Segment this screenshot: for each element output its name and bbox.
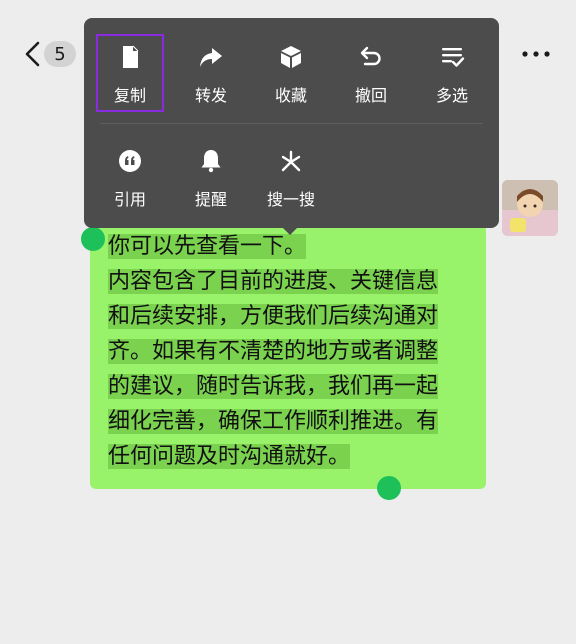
multi-select-icon: [442, 48, 465, 67]
message-line: 内容包含了目前的进度、关键信息: [108, 269, 439, 294]
menu-item-quote[interactable]: 引用: [94, 148, 166, 228]
bell-icon: [201, 150, 221, 173]
menu-item-favorite[interactable]: 收藏: [255, 44, 327, 124]
menu-item-label: 多选: [435, 86, 468, 105]
selection-end-handle[interactable]: [377, 476, 401, 500]
more-options-icon[interactable]: [520, 44, 552, 64]
menu-item-label: 转发: [194, 86, 227, 105]
message-line: 的建议，随时告诉我，我们再一起: [108, 374, 439, 399]
message-line: 和后续安排，方便我们后续沟通对: [108, 304, 439, 329]
menu-item-label: 收藏: [274, 86, 307, 105]
menu-item-label: 引用: [113, 190, 146, 209]
menu-item-label: 提醒: [194, 190, 227, 209]
copy-focus-outline: [96, 34, 164, 112]
avatar[interactable]: [502, 180, 558, 236]
favorite-icon: [281, 46, 301, 68]
avatar-image: [502, 180, 558, 236]
selection-start-handle[interactable]: [81, 227, 105, 251]
menu-item-recall[interactable]: 撤回: [335, 44, 407, 124]
message-line: 任何问题及时沟通就好。: [108, 444, 351, 469]
message-line: 细化完善，确保工作顺利推进。有: [108, 409, 439, 434]
search-sparkle-icon: [281, 150, 301, 172]
forward-icon: [200, 48, 222, 67]
menu-item-multi-select[interactable]: 多选: [416, 44, 488, 124]
menu-item-remind[interactable]: 提醒: [175, 148, 247, 228]
menu-item-search[interactable]: 搜一搜: [255, 148, 327, 228]
menu-item-label: 搜一搜: [266, 190, 315, 209]
menu-item-label: 撤回: [354, 86, 387, 105]
quote-icon: [119, 150, 141, 172]
message-text[interactable]: 你可以先查看一下。 内容包含了目前的进度、关键信息 和后续安排，方便我们后续沟通…: [108, 229, 480, 474]
recall-icon: [360, 46, 381, 66]
message-line: 齐。如果有不清楚的地方或者调整: [108, 339, 439, 364]
menu-item-forward[interactable]: 转发: [175, 44, 247, 124]
unread-count-badge[interactable]: 5: [44, 41, 76, 67]
